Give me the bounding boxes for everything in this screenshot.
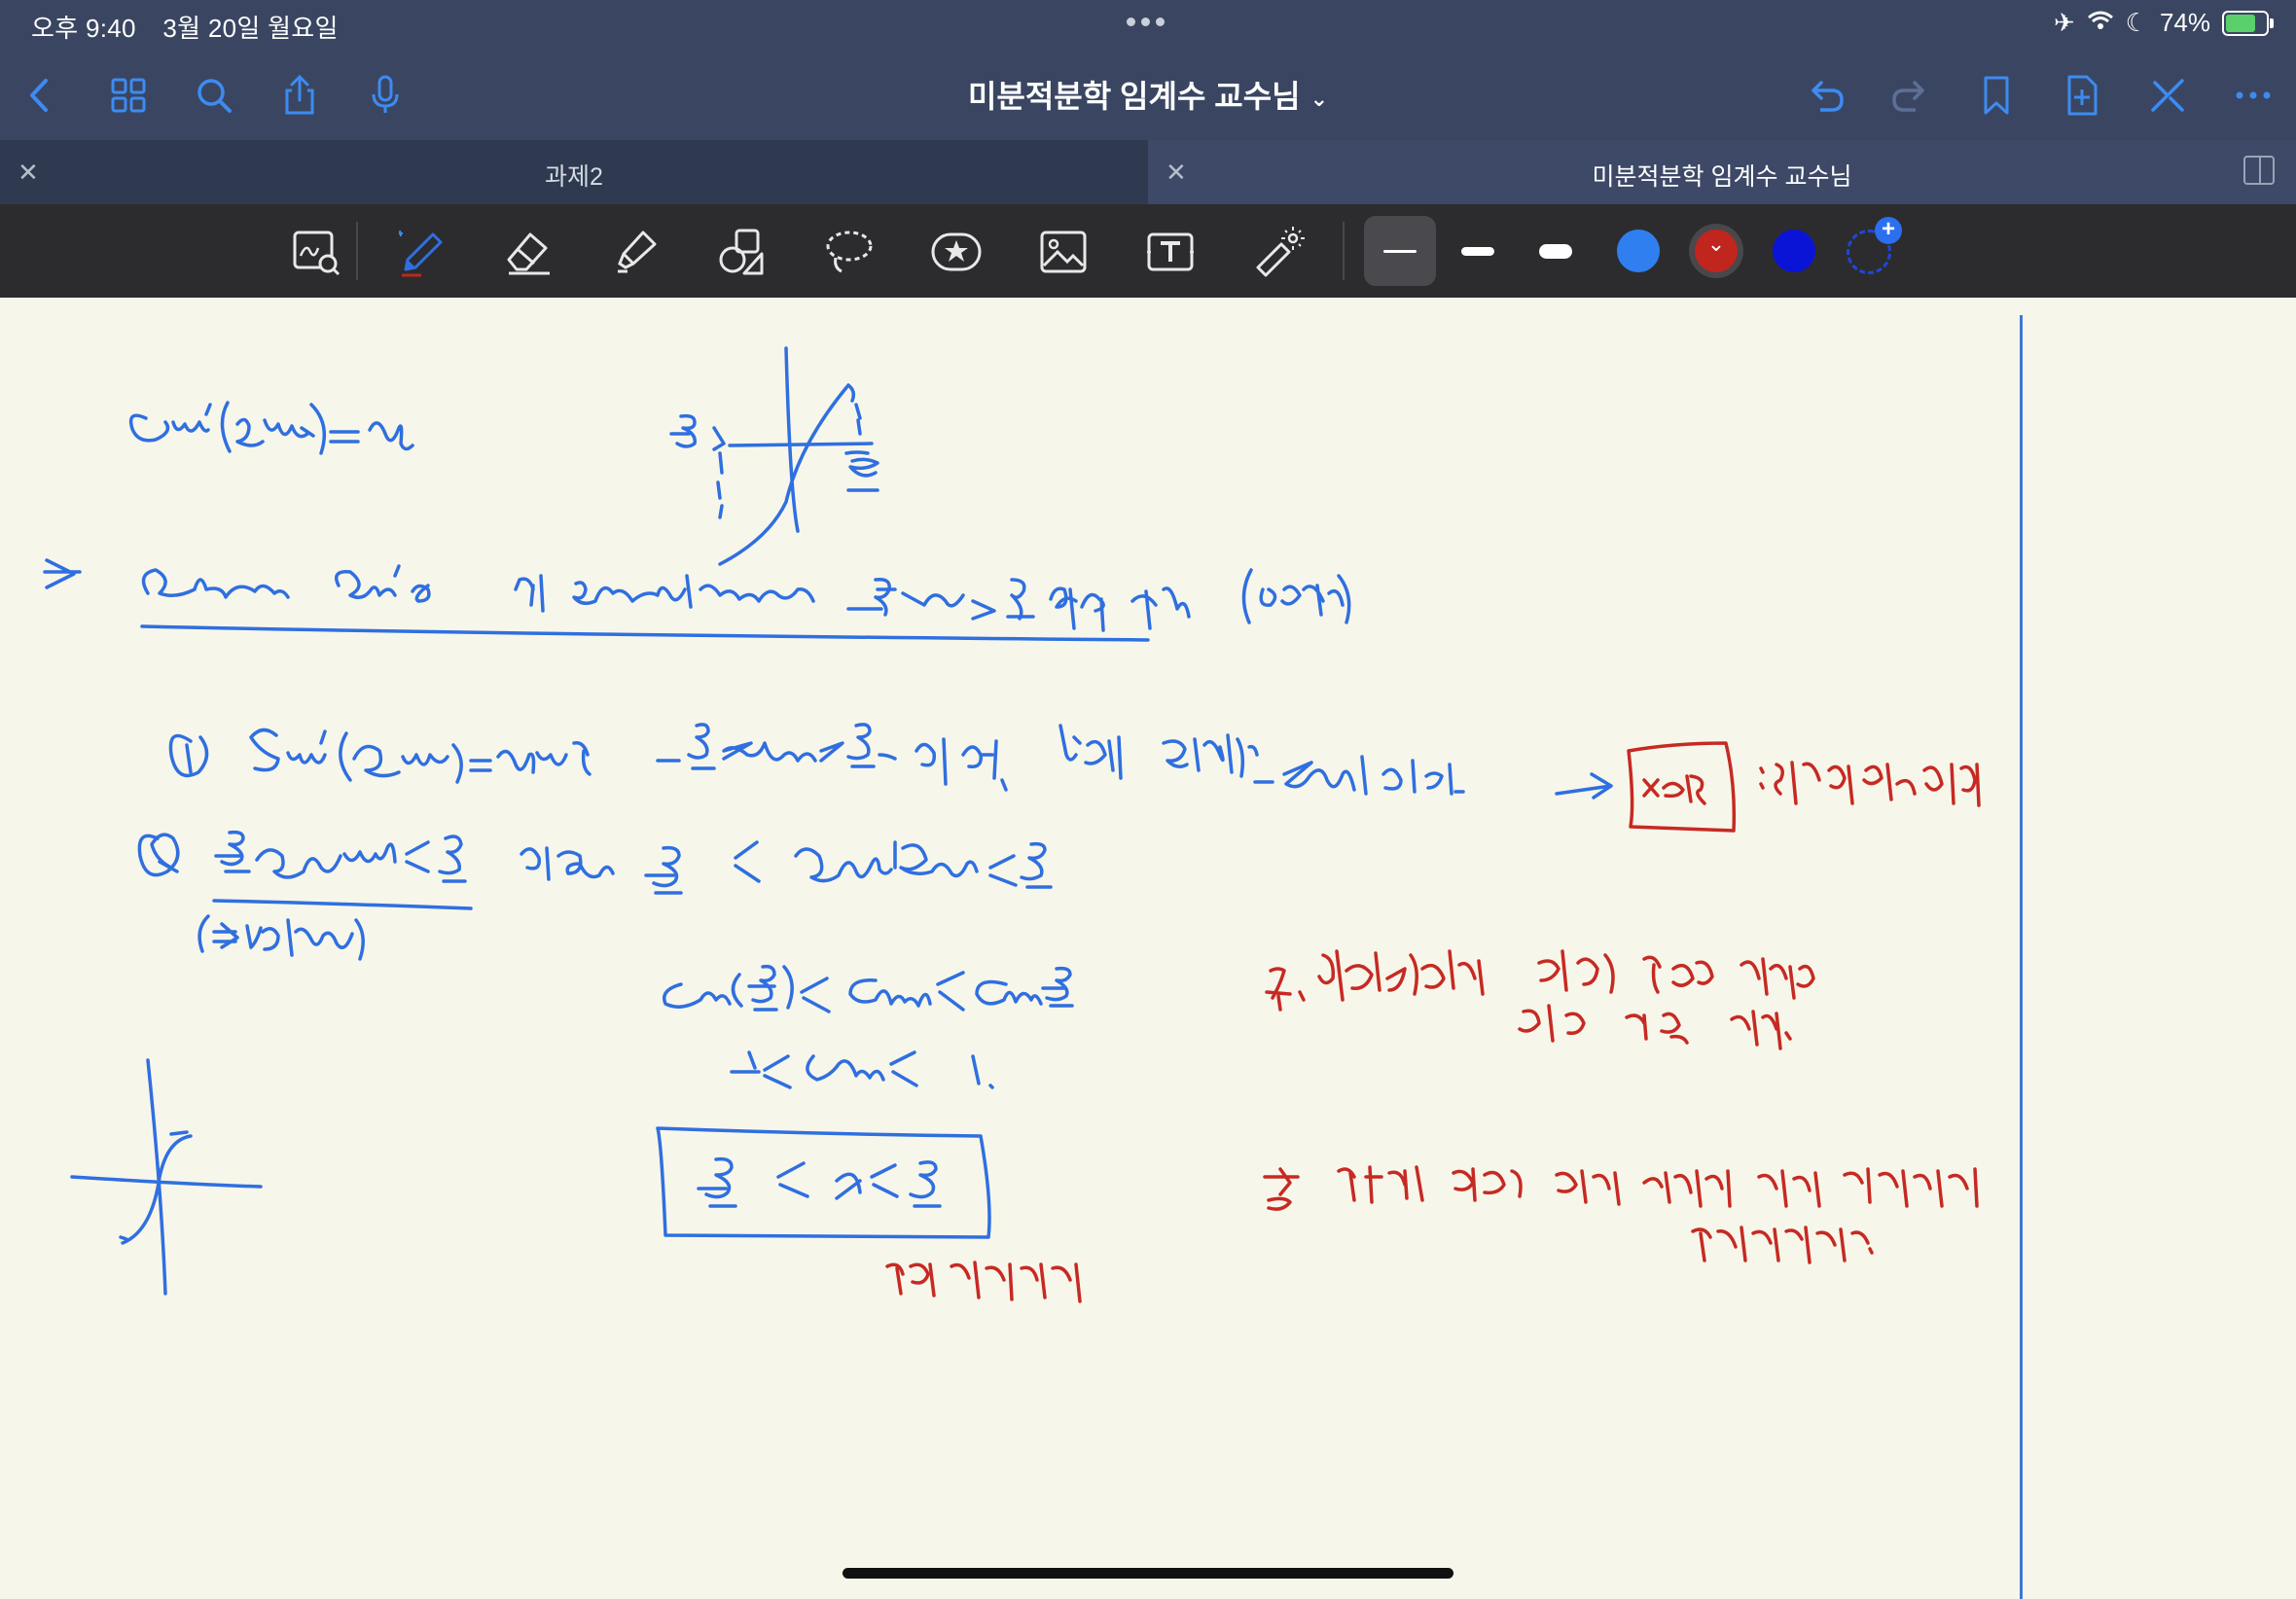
plus-icon: +	[1875, 217, 1902, 244]
back-button[interactable]	[14, 68, 68, 123]
status-bar: 오후 9:40 3월 20일 월요일 ✈ ☾ 74%	[0, 0, 2296, 45]
zoom-window-tool[interactable]	[282, 218, 350, 286]
status-date: 3월 20일 월요일	[162, 14, 339, 43]
highlighter-tool[interactable]	[601, 218, 669, 286]
search-icon	[197, 79, 232, 113]
search-button[interactable]	[187, 68, 241, 123]
status-right: ✈ ☾ 74%	[2053, 8, 2274, 38]
multitask-dots-icon[interactable]	[1124, 14, 1167, 31]
highlighter-icon	[618, 231, 657, 273]
lasso-tool[interactable]	[815, 218, 883, 286]
shapes-icon	[719, 229, 764, 275]
bookmark-button[interactable]	[1969, 68, 2024, 123]
add-page-button[interactable]	[2055, 68, 2109, 123]
undo-icon	[1812, 81, 1844, 112]
text-icon	[1147, 232, 1194, 271]
moon-icon: ☾	[2125, 8, 2148, 37]
more-icon	[2236, 91, 2271, 99]
color-swatch-dark-blue[interactable]	[1773, 230, 1815, 272]
top-bar: 오후 9:40 3월 20일 월요일 ✈ ☾ 74% 미분적분학 임계수 교수님…	[0, 0, 2296, 140]
sticker-tool[interactable]	[922, 218, 990, 286]
pen-icon	[399, 230, 443, 277]
redo-button[interactable]	[1883, 68, 1938, 123]
stroke-width-thin[interactable]	[1364, 216, 1436, 286]
eraser-icon	[507, 232, 550, 275]
pen-off-icon	[2151, 79, 2184, 112]
pen-toolbar: +	[0, 204, 2296, 298]
toolbar-divider	[356, 222, 358, 280]
chevron-left-icon	[30, 79, 48, 112]
battery-percent: 74%	[2159, 8, 2210, 37]
nav-row: 미분적분학 임계수 교수님 ⌄	[0, 54, 2296, 132]
blue-ink-strokes	[43, 346, 1613, 1296]
tab-1[interactable]: ✕ 미분적분학 임계수 교수님	[1148, 140, 2296, 204]
status-time: 오후 9:40	[31, 14, 136, 43]
handwriting-canvas	[43, 346, 1981, 1303]
redo-icon	[1892, 81, 1924, 112]
home-indicator[interactable]	[843, 1568, 1453, 1579]
laser-pointer-tool[interactable]	[1243, 218, 1311, 286]
note-page[interactable]	[0, 298, 2296, 1599]
stroke-width-thick[interactable]	[1520, 216, 1592, 286]
shapes-tool[interactable]	[708, 218, 776, 286]
color-swatch-red[interactable]	[1695, 230, 1738, 272]
text-tool[interactable]	[1136, 218, 1204, 286]
battery-icon	[2222, 10, 2274, 36]
chevron-down-icon: ⌄	[1309, 86, 1329, 111]
toolbar-divider	[1343, 222, 1345, 280]
airplane-icon: ✈	[2053, 8, 2075, 37]
image-icon	[1040, 231, 1087, 273]
split-view-icon[interactable]	[2243, 156, 2275, 185]
pen-tool[interactable]	[387, 218, 455, 286]
wifi-icon	[2087, 8, 2114, 38]
microphone-icon	[372, 75, 399, 113]
tab-0[interactable]: ✕ 과제2	[0, 140, 1148, 204]
bookmark-icon	[1984, 76, 2009, 115]
red-ink-strokes	[885, 741, 1981, 1303]
share-button[interactable]	[272, 68, 327, 123]
sticker-icon	[931, 232, 982, 271]
tab-label: 미분적분학 임계수 교수님	[1592, 163, 1852, 191]
status-left: 오후 9:40 3월 20일 월요일	[31, 9, 358, 45]
thumbnails-button[interactable]	[101, 68, 156, 123]
add-color-button[interactable]: +	[1847, 217, 1902, 274]
eraser-tool[interactable]	[494, 218, 562, 286]
add-page-icon	[2067, 75, 2098, 116]
document-title-text: 미분적분학 임계수 교수님	[967, 79, 1301, 114]
share-icon	[285, 74, 314, 115]
more-button[interactable]	[2226, 68, 2280, 123]
grid-icon	[111, 78, 146, 113]
microphone-button[interactable]	[358, 68, 413, 123]
undo-button[interactable]	[1798, 68, 1852, 123]
color-swatch-blue[interactable]	[1617, 230, 1660, 272]
stroke-width-medium[interactable]	[1442, 216, 1514, 286]
close-pen-mode-button[interactable]	[2140, 68, 2195, 123]
lasso-icon	[826, 231, 873, 273]
tab-bar: ✕ 과제2 ✕ 미분적분학 임계수 교수님	[0, 140, 2296, 204]
tab-label: 과제2	[545, 163, 603, 191]
document-title[interactable]: 미분적분학 임계수 교수님 ⌄	[856, 72, 1440, 117]
laser-pointer-icon	[1256, 227, 1305, 277]
image-tool[interactable]	[1029, 218, 1097, 286]
zoom-window-icon	[293, 231, 341, 276]
